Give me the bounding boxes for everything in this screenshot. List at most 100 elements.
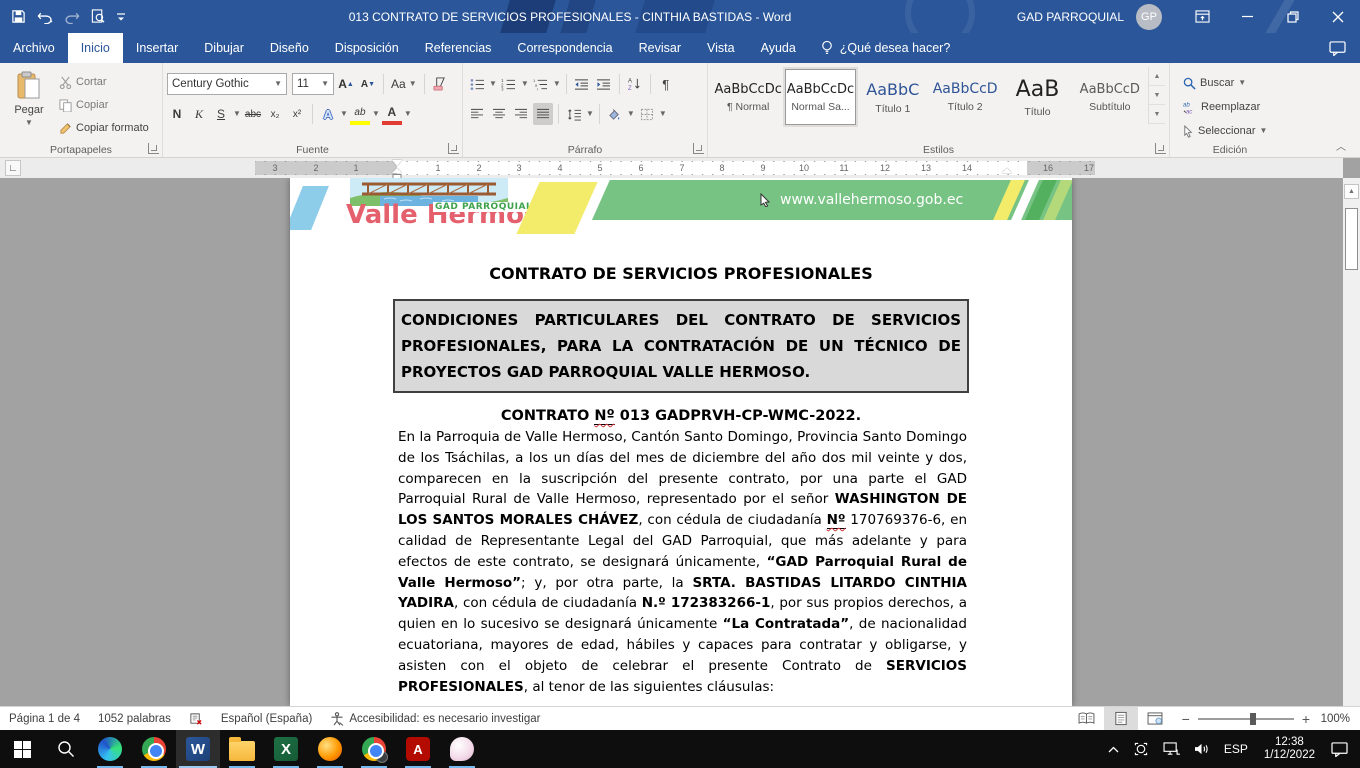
taskbar-word[interactable]: W [176, 730, 220, 768]
tab-diseno[interactable]: Diseño [257, 33, 322, 63]
web-layout-button[interactable] [1138, 707, 1172, 730]
find-button[interactable]: Buscar▼ [1180, 73, 1270, 93]
style-normal[interactable]: AaBbCcDc ¶ Normal [713, 69, 783, 125]
undo-button[interactable] [37, 10, 54, 24]
text-effects-button[interactable]: A [318, 103, 338, 125]
text-effects-chevron[interactable]: ▼ [340, 110, 348, 118]
right-indent-marker[interactable] [1002, 168, 1012, 173]
font-size-combo[interactable]: 11▼ [292, 73, 334, 95]
clear-formatting-button[interactable] [430, 73, 450, 95]
tab-archivo[interactable]: Archivo [0, 33, 68, 63]
scroll-up-button[interactable]: ▲ [1344, 184, 1359, 199]
taskbar-chrome-profile[interactable] [352, 730, 396, 768]
superscript-button[interactable]: x² [287, 103, 307, 125]
line-spacing-chevron[interactable]: ▼ [586, 110, 594, 118]
dialog-launcher-estilos[interactable] [1155, 143, 1166, 154]
minimize-button[interactable] [1225, 0, 1270, 33]
taskbar-edge[interactable] [88, 730, 132, 768]
show-marks-button[interactable]: ¶ [656, 73, 676, 95]
align-left-button[interactable] [467, 103, 487, 125]
account-name[interactable]: GAD PARROQUIAL [1017, 10, 1124, 24]
tab-referencias[interactable]: Referencias [412, 33, 505, 63]
zoom-slider[interactable] [1198, 718, 1294, 720]
vertical-scrollbar[interactable]: ▲ [1343, 178, 1360, 706]
multilevel-list-button[interactable]: 1ai [531, 73, 551, 95]
style-titulo-1[interactable]: AaBbC Título 1 [858, 69, 928, 125]
tab-ayuda[interactable]: Ayuda [748, 33, 809, 63]
strikethrough-button[interactable]: abc [243, 103, 263, 125]
styles-scroll-down-button[interactable]: ▼ [1149, 86, 1165, 105]
shading-button[interactable] [605, 103, 625, 125]
zoom-slider-thumb[interactable] [1250, 713, 1256, 725]
document-page[interactable]: Valle Hermoso GAD PARROQUIAL www.vallehe… [290, 178, 1072, 706]
format-painter-button[interactable]: Copiar formato [56, 118, 152, 138]
style-normal-sa[interactable]: AaBbCcDc Normal Sa... [785, 69, 855, 125]
dialog-launcher-portapapeles[interactable] [148, 143, 159, 154]
tab-stop-selector[interactable]: ∟ [5, 160, 21, 176]
tab-inicio[interactable]: Inicio [68, 33, 123, 63]
numbering-button[interactable]: 123 [499, 73, 519, 95]
change-case-button[interactable]: Aa▼ [389, 73, 419, 95]
proofing-status[interactable] [180, 707, 212, 730]
tray-show-hidden-icons[interactable] [1101, 730, 1126, 768]
taskbar-paint[interactable] [440, 730, 484, 768]
tab-vista[interactable]: Vista [694, 33, 748, 63]
subscript-button[interactable]: x₂ [265, 103, 285, 125]
zoom-in-button[interactable]: + [1302, 711, 1310, 727]
tray-volume-icon[interactable] [1187, 730, 1217, 768]
taskbar-firefox[interactable] [308, 730, 352, 768]
horizontal-ruler[interactable]: 3 2 1 1 2 3 4 5 6 7 8 9 10 11 12 13 14 1… [255, 161, 1095, 175]
ribbon-display-options-button[interactable] [1180, 0, 1225, 33]
tray-clock[interactable]: 12:38 1/12/2022 [1255, 736, 1324, 762]
bullets-button[interactable] [467, 73, 487, 95]
tray-onedrive-icon[interactable] [1126, 730, 1156, 768]
print-layout-button[interactable] [1104, 707, 1138, 730]
styles-more-button[interactable]: ▼ [1149, 105, 1165, 124]
styles-scroll-up-button[interactable]: ▲ [1149, 67, 1165, 86]
shrink-font-button[interactable]: A▼ [358, 73, 378, 95]
feedback-comment-icon[interactable] [1329, 41, 1346, 56]
bullets-chevron[interactable]: ▼ [489, 80, 497, 88]
start-button[interactable] [0, 730, 44, 768]
highlight-color-button[interactable]: ab [350, 103, 370, 125]
tray-language[interactable]: ESP [1217, 730, 1255, 768]
borders-chevron[interactable]: ▼ [659, 110, 667, 118]
document-canvas[interactable]: Valle Hermoso GAD PARROQUIAL www.vallehe… [0, 178, 1360, 706]
tab-dibujar[interactable]: Dibujar [191, 33, 257, 63]
account-avatar[interactable]: GP [1136, 4, 1162, 30]
accessibility-status[interactable]: Accesibilidad: es necesario investigar [321, 707, 549, 730]
tray-network-icon[interactable] [1156, 730, 1187, 768]
redo-button[interactable] [65, 10, 80, 24]
borders-button[interactable] [637, 103, 657, 125]
tab-insertar[interactable]: Insertar [123, 33, 191, 63]
font-color-chevron[interactable]: ▼ [404, 110, 412, 118]
numbering-chevron[interactable]: ▼ [521, 80, 529, 88]
taskbar-chrome[interactable] [132, 730, 176, 768]
style-titulo[interactable]: AaB Título [1002, 69, 1072, 125]
italic-button[interactable]: K [189, 103, 209, 125]
read-mode-button[interactable] [1070, 707, 1104, 730]
tab-correspondencia[interactable]: Correspondencia [504, 33, 625, 63]
taskbar-search-button[interactable] [44, 730, 88, 768]
paste-button[interactable]: Pegar ▼ [4, 67, 54, 127]
taskbar-file-explorer[interactable] [220, 730, 264, 768]
taskbar-acrobat[interactable]: A [396, 730, 440, 768]
page-indicator[interactable]: Página 1 de 4 [0, 707, 89, 730]
hanging-indent-marker[interactable] [392, 168, 402, 173]
restore-button[interactable] [1270, 0, 1315, 33]
close-button[interactable] [1315, 0, 1360, 33]
customize-qat-button[interactable] [116, 12, 126, 22]
decrease-indent-button[interactable] [572, 73, 592, 95]
underline-button[interactable]: S [211, 103, 231, 125]
shading-chevron[interactable]: ▼ [627, 110, 635, 118]
tab-disposicion[interactable]: Disposición [322, 33, 412, 63]
replace-button[interactable]: abac Reemplazar [1180, 97, 1270, 117]
underline-options-chevron[interactable]: ▼ [233, 110, 241, 118]
grow-font-button[interactable]: A▲ [336, 73, 356, 95]
sort-button[interactable]: AZ [625, 73, 645, 95]
dialog-launcher-fuente[interactable] [448, 143, 459, 154]
line-spacing-button[interactable] [564, 103, 584, 125]
font-color-button[interactable]: A [382, 103, 402, 125]
cut-button[interactable]: Cortar [56, 72, 152, 92]
first-line-indent-marker[interactable] [392, 160, 402, 166]
